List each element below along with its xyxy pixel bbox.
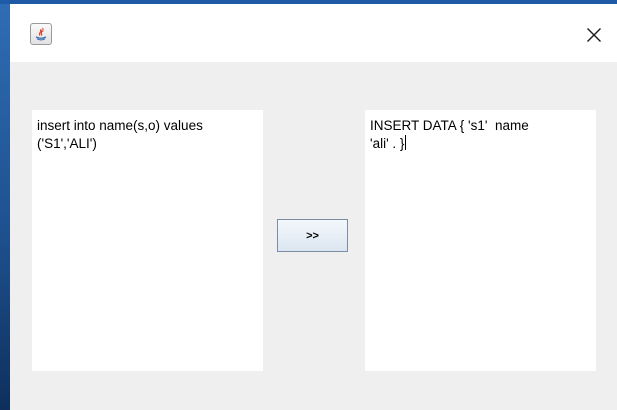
convert-button[interactable]: >> (277, 219, 348, 252)
close-button[interactable] (571, 18, 617, 52)
sql-input-line-2: ('S1','ALI') (37, 136, 97, 151)
app-window: insert into name(s,o) values ('S1','ALI'… (10, 4, 617, 410)
text-caret (405, 135, 407, 150)
sparql-output-line-1: INSERT DATA { 's1' name (370, 118, 529, 133)
close-icon (587, 28, 601, 42)
sql-input-line-1: insert into name(s,o) values (37, 118, 203, 133)
sparql-output-textarea[interactable]: INSERT DATA { 's1' name 'ali' . } (365, 110, 596, 371)
content-panel: insert into name(s,o) values ('S1','ALI'… (10, 62, 617, 410)
java-icon[interactable] (30, 23, 52, 45)
sql-input-textarea[interactable]: insert into name(s,o) values ('S1','ALI'… (32, 110, 263, 371)
title-bar[interactable] (10, 4, 617, 62)
sparql-output-line-2: 'ali' . } (370, 136, 405, 151)
desktop-background (0, 0, 10, 410)
